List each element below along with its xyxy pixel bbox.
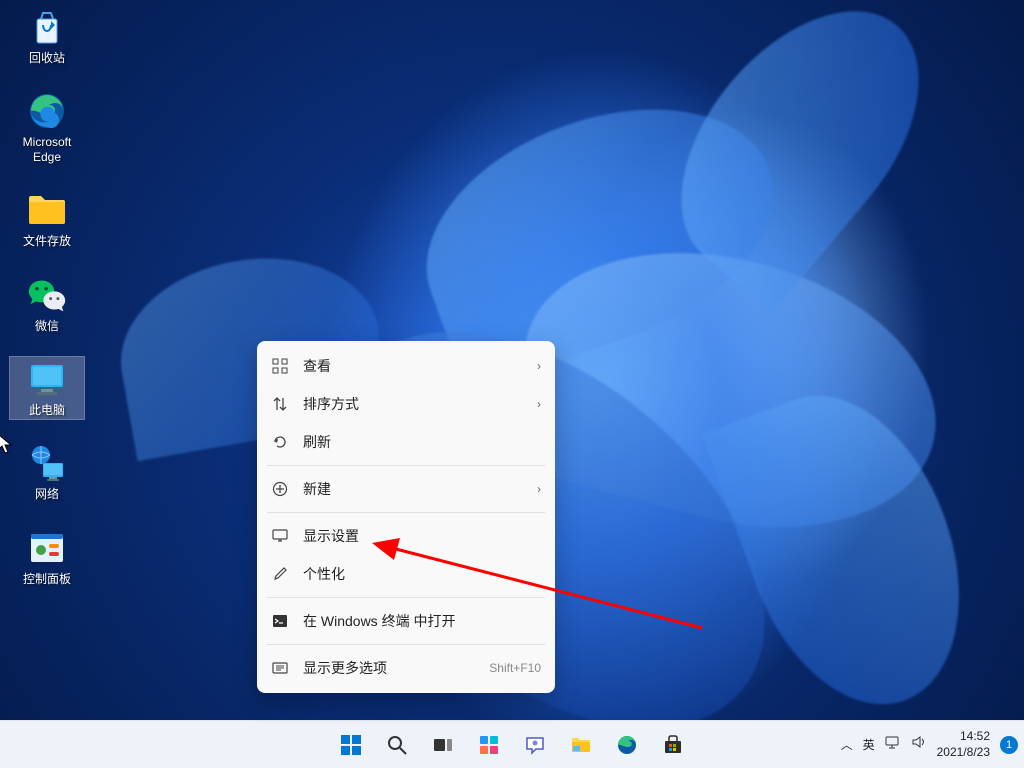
network-icon[interactable]: 网络 bbox=[10, 441, 84, 503]
edge-icon[interactable]: Microsoft Edge bbox=[10, 89, 84, 166]
separator bbox=[267, 597, 545, 598]
this-pc-icon[interactable]: 此电脑 bbox=[10, 357, 84, 419]
this-pc-label: 此电脑 bbox=[29, 403, 65, 417]
store-button[interactable] bbox=[653, 725, 693, 765]
terminal-icon bbox=[271, 612, 289, 630]
ctx-new[interactable]: 新建 › bbox=[257, 470, 555, 508]
ctx-open-terminal[interactable]: 在 Windows 终端 中打开 bbox=[257, 602, 555, 640]
ctx-personalize[interactable]: 个性化 bbox=[257, 555, 555, 593]
recycle-bin-icon[interactable]: 回收站 bbox=[10, 5, 84, 67]
ctx-more-label: 显示更多选项 bbox=[303, 658, 489, 678]
desktop[interactable]: 回收站 Microsoft Edge 文件存放 微信 此电脑 bbox=[0, 0, 1024, 768]
network-tray-icon[interactable] bbox=[885, 734, 901, 755]
start-button[interactable] bbox=[331, 725, 371, 765]
network-label: 网络 bbox=[35, 487, 59, 501]
chevron-right-icon: › bbox=[537, 482, 541, 496]
ctx-display-label: 显示设置 bbox=[303, 526, 541, 546]
task-view-button[interactable] bbox=[423, 725, 463, 765]
ctx-personalize-label: 个性化 bbox=[303, 564, 541, 584]
clock-time: 14:52 bbox=[960, 729, 990, 745]
more-options-icon bbox=[271, 659, 289, 677]
recycle-bin-label: 回收站 bbox=[29, 51, 65, 65]
file-explorer-button[interactable] bbox=[561, 725, 601, 765]
wechat-icon[interactable]: 微信 bbox=[10, 273, 84, 335]
widgets-button[interactable] bbox=[469, 725, 509, 765]
ctx-more-options[interactable]: 显示更多选项 Shift+F10 bbox=[257, 649, 555, 687]
separator bbox=[267, 644, 545, 645]
ctx-view[interactable]: 查看 › bbox=[257, 347, 555, 385]
ctx-sort[interactable]: 排序方式 › bbox=[257, 385, 555, 423]
separator bbox=[267, 465, 545, 466]
ctx-new-label: 新建 bbox=[303, 479, 537, 499]
clock-date: 2021/8/23 bbox=[937, 745, 990, 761]
notif-count: 1 bbox=[1006, 739, 1012, 751]
taskbar-center bbox=[331, 725, 693, 765]
desktop-context-menu: 查看 › 排序方式 › 刷新 新建 › 显示设置 个性化 bbox=[257, 341, 555, 693]
ctx-more-shortcut: Shift+F10 bbox=[489, 661, 541, 675]
refresh-icon bbox=[271, 433, 289, 451]
ctx-refresh-label: 刷新 bbox=[303, 432, 541, 452]
control-panel-icon[interactable]: 控制面板 bbox=[10, 526, 84, 588]
sort-icon bbox=[271, 395, 289, 413]
taskbar-right: ︿ 英 14:52 2021/8/23 1 bbox=[841, 729, 1018, 760]
edge-label: Microsoft Edge bbox=[12, 135, 82, 164]
grid-icon bbox=[271, 357, 289, 375]
volume-tray-icon[interactable] bbox=[911, 734, 927, 755]
taskbar: ︿ 英 14:52 2021/8/23 1 bbox=[0, 720, 1024, 768]
tray-chevron-icon[interactable]: ︿ bbox=[841, 736, 853, 753]
control-panel-label: 控制面板 bbox=[23, 572, 71, 586]
ctx-terminal-label: 在 Windows 终端 中打开 bbox=[303, 611, 541, 631]
ime-indicator[interactable]: 英 bbox=[863, 736, 875, 753]
chat-button[interactable] bbox=[515, 725, 555, 765]
paintbrush-icon bbox=[271, 565, 289, 583]
monitor-icon bbox=[271, 527, 289, 545]
chevron-right-icon: › bbox=[537, 359, 541, 373]
ctx-display-settings[interactable]: 显示设置 bbox=[257, 517, 555, 555]
ctx-refresh[interactable]: 刷新 bbox=[257, 423, 555, 461]
desktop-icons: 回收站 Microsoft Edge 文件存放 微信 此电脑 bbox=[10, 5, 84, 588]
search-button[interactable] bbox=[377, 725, 417, 765]
files-folder-icon[interactable]: 文件存放 bbox=[10, 188, 84, 250]
ctx-view-label: 查看 bbox=[303, 356, 537, 376]
edge-button[interactable] bbox=[607, 725, 647, 765]
ctx-sort-label: 排序方式 bbox=[303, 394, 537, 414]
chevron-right-icon: › bbox=[537, 397, 541, 411]
plus-circle-icon bbox=[271, 480, 289, 498]
notification-badge[interactable]: 1 bbox=[1000, 736, 1018, 754]
files-folder-label: 文件存放 bbox=[23, 234, 71, 248]
separator bbox=[267, 512, 545, 513]
wechat-label: 微信 bbox=[35, 319, 59, 333]
ime-lang: 英 bbox=[863, 736, 875, 753]
taskbar-clock[interactable]: 14:52 2021/8/23 bbox=[937, 729, 990, 760]
